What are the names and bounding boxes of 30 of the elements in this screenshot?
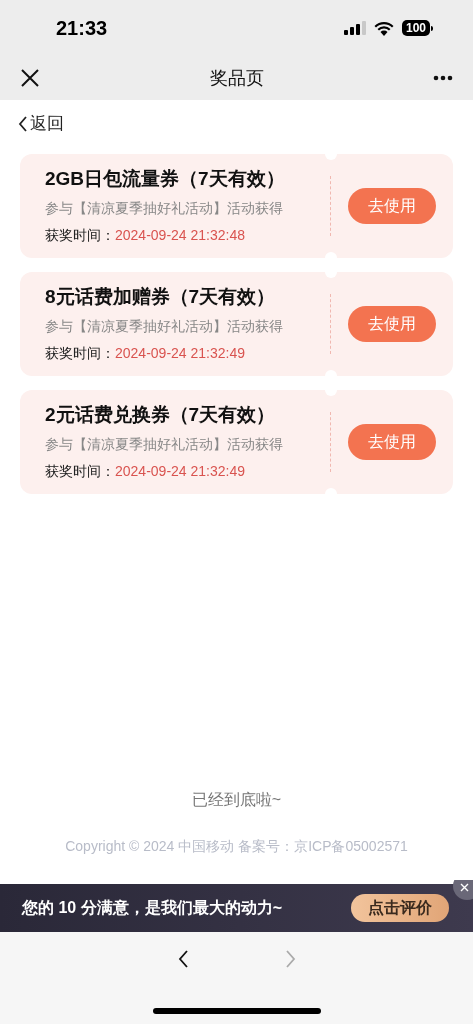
coupon-source: 参与【清凉夏季抽好礼活动】活动获得 [45, 435, 284, 454]
close-icon[interactable] [20, 68, 40, 88]
award-time: 2024-09-24 21:32:49 [115, 344, 245, 363]
copyright-text: Copyright © 2024 中国移动 备案号：京ICP备05002571 [65, 837, 408, 856]
banner-text: 您的 10 分满意，是我们最大的动力~ [22, 898, 283, 918]
coupon-title: 2元话费兑换券（7天有效） [45, 403, 277, 427]
more-icon[interactable] [433, 75, 453, 81]
time-label: 获奖时间： [45, 462, 115, 481]
use-button[interactable]: 去使用 [348, 424, 436, 460]
wifi-icon [373, 20, 394, 36]
close-icon[interactable] [453, 880, 473, 900]
signal-icon [343, 21, 366, 35]
back-link[interactable]: 返回 [0, 100, 473, 148]
coupon-source: 参与【清凉夏季抽好礼活动】活动获得 [45, 199, 284, 218]
use-button[interactable]: 去使用 [348, 188, 436, 224]
time-label: 获奖时间： [45, 344, 115, 363]
end-of-list-text: 已经到底啦~ [191, 790, 282, 810]
chevron-left-icon [18, 116, 28, 132]
coupon-title: 8元话费加赠券（7天有效） [45, 285, 277, 309]
status-time: 21:33 [56, 16, 108, 41]
time-label: 获奖时间： [45, 226, 115, 245]
use-button[interactable]: 去使用 [348, 306, 436, 342]
award-time: 2024-09-24 21:32:49 [115, 462, 245, 481]
coupon-source: 参与【清凉夏季抽好礼活动】活动获得 [45, 317, 284, 336]
back-icon[interactable] [177, 950, 189, 968]
rate-button[interactable]: 点击评价 [351, 894, 449, 922]
coupon-title: 2GB日包流量券（7天有效） [45, 167, 286, 191]
battery-level: 100 [401, 20, 430, 36]
award-time: 2024-09-24 21:32:48 [115, 226, 245, 245]
page-title: 奖品页 [209, 66, 264, 90]
